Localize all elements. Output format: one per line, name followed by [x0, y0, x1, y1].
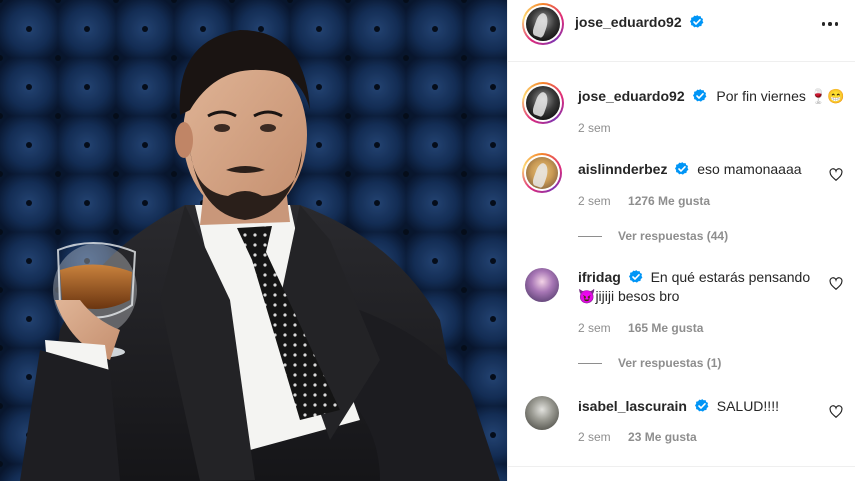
verified-badge-icon [628, 270, 643, 283]
caption-author-avatar[interactable] [522, 82, 564, 124]
verified-badge-icon [692, 89, 706, 102]
caption-time[interactable]: 2 sem [578, 121, 611, 135]
comment-meta: 2 sem 165 Me gusta [578, 321, 703, 335]
author-username-text[interactable]: jose_eduardo92 [575, 14, 682, 30]
caption-username[interactable]: jose_eduardo92 [578, 88, 685, 104]
comment-likes[interactable]: 165 Me gusta [628, 321, 703, 335]
comment-body: eso mamonaaaa [697, 161, 802, 177]
view-replies-button[interactable]: Ver respuestas (1) [578, 356, 721, 370]
comment-body: En qué estarás pensando [650, 269, 811, 285]
author-username[interactable]: jose_eduardo92 [575, 14, 704, 30]
caption: jose_eduardo92 Por fin viernes 🍷😁 [578, 88, 845, 105]
comment-meta: 2 sem 23 Me gusta [578, 430, 697, 444]
verified-badge-icon [689, 15, 703, 28]
commenter-avatar[interactable] [525, 268, 559, 302]
comment-likes[interactable]: 23 Me gusta [628, 430, 697, 444]
comment: isabel_lascurain SALUD!!!! [578, 397, 828, 416]
post-sidebar: jose_eduardo92 jose_eduardo92 Por fin vi… [507, 0, 855, 481]
comment-body-line2: jijiji besos bro [595, 288, 680, 304]
heart-icon[interactable] [829, 277, 843, 291]
comment-time[interactable]: 2 sem [578, 321, 611, 335]
commenter-avatar[interactable] [522, 153, 562, 193]
view-replies-button[interactable]: Ver respuestas (44) [578, 229, 728, 243]
caption-emoji: 🍷😁 [809, 88, 845, 104]
comment: ifridag En qué estarás pensando 😈jijiji … [578, 268, 828, 306]
action-bar [508, 466, 855, 481]
post-header: jose_eduardo92 [508, 0, 855, 62]
verified-badge-icon [675, 162, 689, 175]
caption-text: Por fin viernes [716, 88, 806, 104]
verified-badge-icon [694, 399, 709, 412]
devil-emoji: 😈 [578, 288, 596, 304]
post-photo[interactable] [0, 0, 507, 481]
comment-time[interactable]: 2 sem [578, 430, 611, 444]
comment-username[interactable]: aislinnderbez [578, 161, 667, 177]
comment-meta: 2 sem 1276 Me gusta [578, 194, 710, 208]
heart-icon[interactable] [829, 168, 843, 182]
author-avatar[interactable] [522, 3, 564, 45]
commenter-avatar[interactable] [525, 396, 559, 430]
more-options-icon[interactable] [818, 14, 842, 34]
comment-likes[interactable]: 1276 Me gusta [628, 194, 710, 208]
heart-icon[interactable] [829, 405, 843, 419]
comment-username[interactable]: isabel_lascurain [578, 398, 687, 414]
post-photo-illustration [0, 0, 507, 481]
comment-body: SALUD!!!! [716, 398, 779, 414]
comment-time[interactable]: 2 sem [578, 194, 611, 208]
comment-username[interactable]: ifridag [578, 269, 621, 285]
comment: aislinnderbez eso mamonaaaa [578, 160, 828, 179]
